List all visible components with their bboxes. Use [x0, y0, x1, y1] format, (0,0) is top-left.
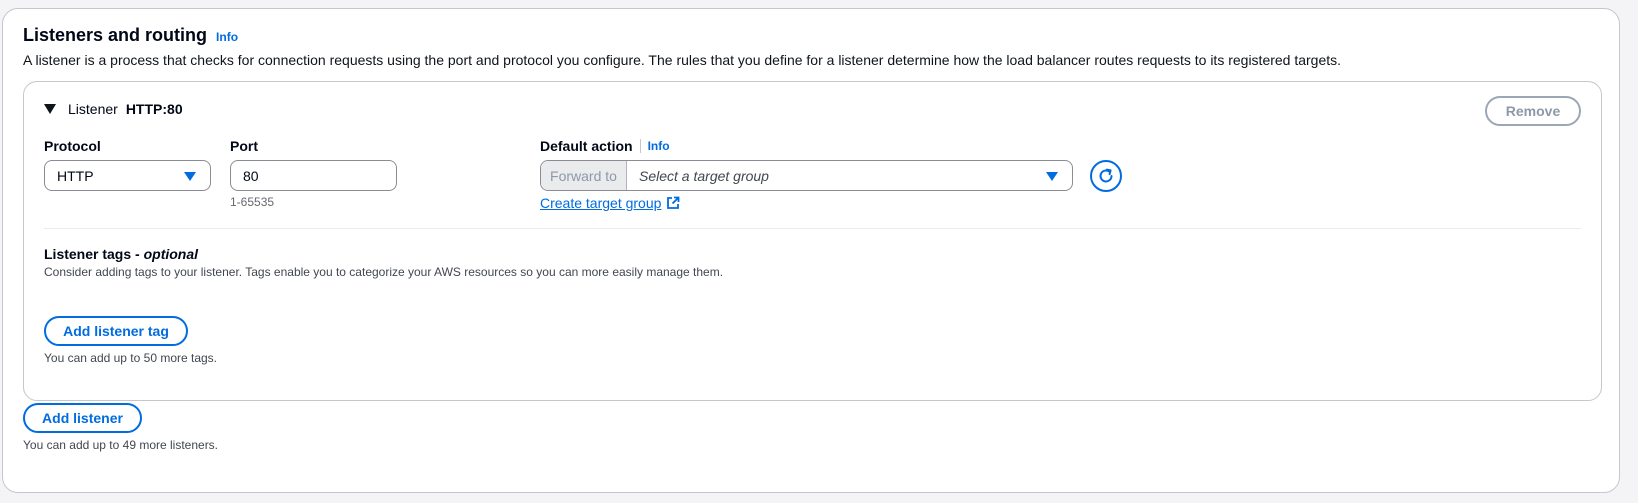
default-action-control: Forward to Select a target group	[540, 160, 1073, 191]
forward-to-prefix: Forward to	[541, 161, 627, 190]
label-divider	[639, 139, 641, 153]
protocol-select[interactable]: HTTP	[44, 160, 211, 191]
listener-header-label: Listener	[68, 101, 118, 117]
create-target-group-label: Create target group	[540, 195, 662, 211]
default-action-label-row: Default action Info	[540, 138, 670, 154]
refresh-icon	[1099, 168, 1113, 183]
protocol-label: Protocol	[44, 138, 101, 154]
listener-card: Listener HTTP:80 Remove Protocol HTTP Po…	[23, 81, 1602, 401]
tags-limit-note: You can add up to 50 more tags.	[44, 351, 218, 365]
section-divider	[44, 228, 1581, 229]
listener-header-value: HTTP:80	[125, 101, 183, 117]
create-target-group-link[interactable]: Create target group	[540, 195, 680, 211]
default-action-info-link[interactable]: Info	[648, 139, 670, 153]
section-description: A listener is a process that checks for …	[23, 52, 1342, 68]
default-action-label: Default action	[540, 138, 633, 154]
add-listener-button[interactable]: Add listener	[23, 403, 142, 433]
listener-tags-description: Consider adding tags to your listener. T…	[44, 265, 724, 279]
listener-expand-toggle[interactable]: Listener HTTP:80	[44, 101, 183, 117]
section-title: Listeners and routing	[23, 25, 208, 45]
listener-tags-title: Listener tags - optional	[44, 246, 198, 262]
triangle-down-icon	[184, 172, 196, 181]
external-link-icon	[667, 196, 680, 209]
port-range-hint: 1-65535	[230, 195, 275, 209]
listeners-limit-note: You can add up to 49 more listeners.	[23, 438, 219, 452]
optional-label: optional	[143, 246, 199, 262]
refresh-target-groups-button[interactable]	[1090, 160, 1122, 192]
port-value: 80	[243, 167, 259, 184]
listeners-routing-panel: Listeners and routing Info A listener is…	[2, 8, 1620, 493]
section-header: Listeners and routing Info	[23, 25, 238, 46]
add-listener-tag-button[interactable]: Add listener tag	[44, 316, 188, 346]
section-info-link[interactable]: Info	[216, 30, 238, 44]
listener-tags-title-text: Listener tags -	[44, 246, 144, 262]
port-label: Port	[230, 138, 258, 154]
target-group-select[interactable]: Select a target group	[627, 161, 1072, 190]
port-input[interactable]: 80	[230, 160, 397, 191]
target-group-placeholder: Select a target group	[639, 167, 769, 184]
triangle-down-icon	[1046, 172, 1058, 181]
protocol-value: HTTP	[57, 167, 94, 184]
caret-down-icon	[44, 104, 56, 114]
remove-listener-button[interactable]: Remove	[1485, 96, 1581, 126]
